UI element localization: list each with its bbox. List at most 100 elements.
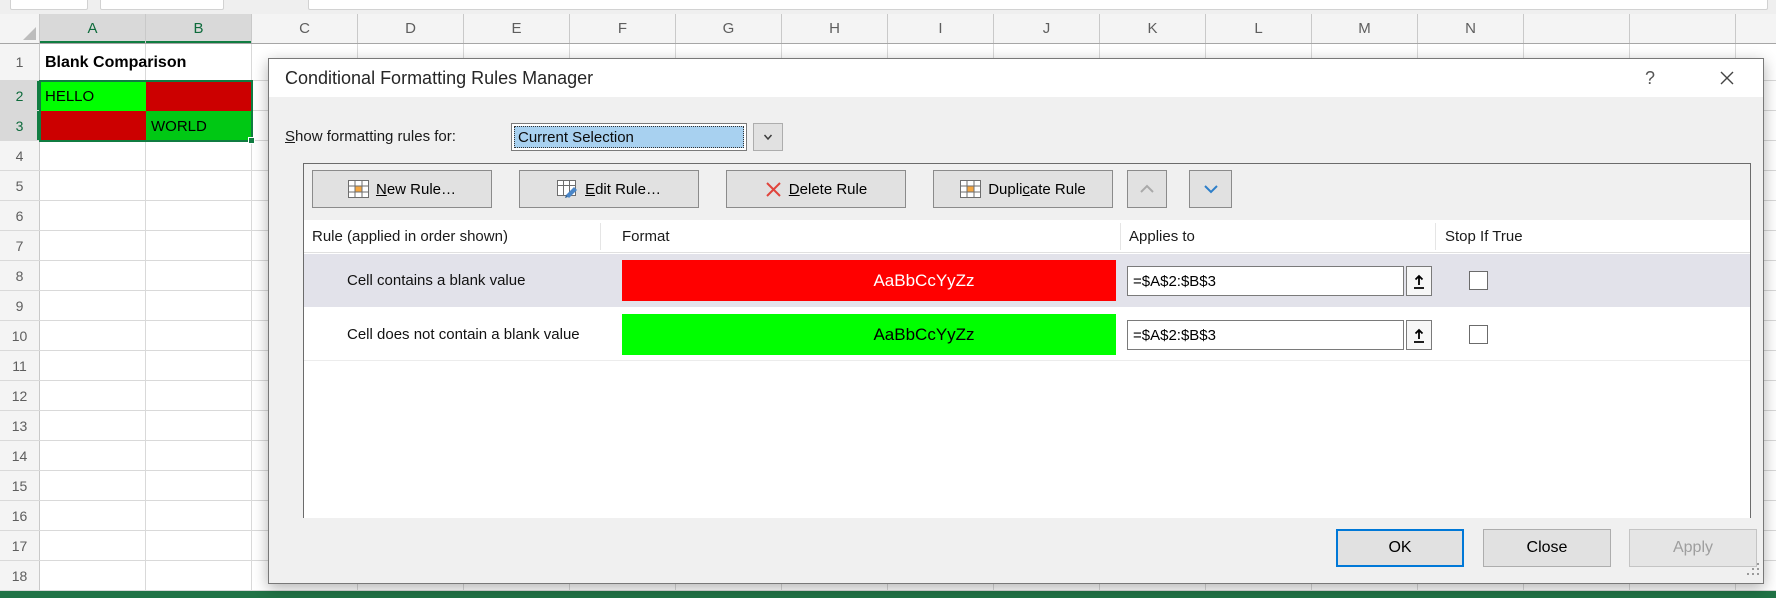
stop-if-true-checkbox[interactable]	[1469, 325, 1488, 344]
header-format: Format	[622, 220, 670, 253]
header-separator	[1120, 223, 1121, 250]
rules-list-header: Rule (applied in order shown) Format App…	[304, 220, 1750, 253]
row-header-14[interactable]: 14	[0, 441, 40, 470]
header-separator	[1435, 223, 1436, 250]
edit-rule-button[interactable]: Edit Rule…	[519, 170, 699, 208]
rule-format-preview: AaBbCcYyZz	[622, 260, 1116, 301]
row-header-9[interactable]: 9	[0, 291, 40, 320]
row-header-1[interactable]: 1	[0, 44, 40, 80]
show-rules-label: Show formatting rules for:	[285, 123, 456, 151]
stop-if-true-checkbox[interactable]	[1469, 271, 1488, 290]
close-icon	[1720, 71, 1734, 85]
fx-box[interactable]	[100, 0, 224, 10]
column-header-h[interactable]: H	[782, 14, 888, 43]
header-rule: Rule (applied in order shown)	[312, 220, 508, 253]
rule-row-not-blank[interactable]: Cell does not contain a blank value AaBb…	[304, 308, 1750, 361]
chevron-down-icon	[761, 130, 775, 144]
column-header-filler	[1524, 14, 1776, 43]
column-header-b[interactable]: B	[146, 14, 252, 43]
show-rules-dropdown-arrow[interactable]	[753, 123, 783, 151]
delete-rule-label: Delete Rule	[789, 181, 867, 198]
row-header-2[interactable]: 2	[0, 81, 40, 110]
column-header-d[interactable]: D	[358, 14, 464, 43]
chevron-up-icon	[1138, 183, 1156, 195]
column-header-l[interactable]: L	[1206, 14, 1312, 43]
row-header-4[interactable]: 4	[0, 141, 40, 170]
column-header-m[interactable]: M	[1312, 14, 1418, 43]
column-header-n[interactable]: N	[1418, 14, 1524, 43]
column-header-c[interactable]: C	[252, 14, 358, 43]
duplicate-rule-label: Duplicate Rule	[988, 181, 1086, 198]
dialog-close-button[interactable]	[1712, 64, 1742, 92]
duplicate-rule-table-icon	[960, 180, 981, 198]
collapse-range-icon	[1412, 327, 1426, 344]
row-header-12[interactable]: 12	[0, 381, 40, 410]
column-header-g[interactable]: G	[676, 14, 782, 43]
column-header-row: A B C D E F G H I J K L M N	[40, 14, 1776, 44]
column-header-f[interactable]: F	[570, 14, 676, 43]
row-header-13[interactable]: 13	[0, 411, 40, 440]
row-header-15[interactable]: 15	[0, 471, 40, 500]
column-header-a[interactable]: A	[40, 14, 146, 43]
collapse-range-icon	[1412, 273, 1426, 290]
formula-input[interactable]	[308, 0, 1768, 10]
cell-a1[interactable]: Blank Comparison	[45, 44, 305, 81]
row-header-18[interactable]: 18	[0, 561, 40, 590]
resize-grip[interactable]	[1747, 563, 1761, 577]
formula-bar-sliver	[0, 0, 1776, 14]
header-separator	[600, 223, 601, 250]
row-header-3[interactable]: 3	[0, 111, 40, 140]
fill-handle[interactable]	[248, 137, 255, 144]
delete-x-icon	[765, 181, 782, 198]
rules-list: Rule (applied in order shown) Format App…	[304, 220, 1750, 518]
rule-name: Cell contains a blank value	[347, 254, 525, 307]
select-all-corner[interactable]	[0, 14, 40, 44]
row-header-6[interactable]: 6	[0, 201, 40, 230]
chevron-down-icon	[1202, 183, 1220, 195]
column-header-j[interactable]: J	[994, 14, 1100, 43]
name-box[interactable]	[10, 0, 88, 10]
row-header-11[interactable]: 11	[0, 351, 40, 380]
applies-to-input[interactable]	[1127, 266, 1404, 296]
select-all-triangle-icon	[23, 27, 36, 40]
rules-frame: New Rule… Edit Rule… Delete Rule Duplica…	[303, 163, 1751, 518]
help-icon: ?	[1645, 68, 1655, 89]
move-rule-up-button[interactable]	[1127, 170, 1167, 208]
row-header-17[interactable]: 17	[0, 531, 40, 560]
show-rules-selected-value: Current Selection	[514, 126, 744, 148]
selection-border	[39, 80, 253, 142]
delete-rule-button[interactable]: Delete Rule	[726, 170, 906, 208]
row-header-16[interactable]: 16	[0, 501, 40, 530]
show-rules-dropdown[interactable]: Current Selection	[511, 123, 747, 151]
column-header-k[interactable]: K	[1100, 14, 1206, 43]
row-header-8[interactable]: 8	[0, 261, 40, 290]
collapse-dialog-button[interactable]	[1406, 320, 1432, 350]
duplicate-rule-button[interactable]: Duplicate Rule	[933, 170, 1113, 208]
edit-rule-pencil-icon	[557, 180, 578, 198]
move-rule-down-button[interactable]	[1189, 170, 1232, 208]
collapse-dialog-button[interactable]	[1406, 266, 1432, 296]
applies-to-input[interactable]	[1127, 320, 1404, 350]
new-rule-table-icon	[348, 180, 369, 198]
header-stop-if-true: Stop If True	[1445, 220, 1523, 253]
dialog-title: Conditional Formatting Rules Manager	[285, 59, 593, 97]
column-header-i[interactable]: I	[888, 14, 994, 43]
apply-button[interactable]: Apply	[1629, 529, 1757, 567]
rule-name: Cell does not contain a blank value	[347, 308, 580, 361]
row-header-5[interactable]: 5	[0, 171, 40, 200]
dialog-title-bar[interactable]: Conditional Formatting Rules Manager	[269, 59, 1763, 97]
rule-row-blank[interactable]: Cell contains a blank value AaBbCcYyZz	[304, 254, 1750, 307]
header-applies-to: Applies to	[1129, 220, 1195, 253]
bottom-accent-bar	[0, 591, 1776, 598]
ok-button[interactable]: OK	[1336, 529, 1464, 567]
new-rule-button[interactable]: New Rule…	[312, 170, 492, 208]
row-header-7[interactable]: 7	[0, 231, 40, 260]
excel-window: A B C D E F G H I J K L M N 1 2 3 4 5 6 …	[0, 0, 1776, 598]
conditional-formatting-rules-manager-dialog: Conditional Formatting Rules Manager ? S…	[268, 58, 1764, 584]
row-header-10[interactable]: 10	[0, 321, 40, 350]
help-button[interactable]: ?	[1635, 64, 1665, 92]
column-header-e[interactable]: E	[464, 14, 570, 43]
rule-format-preview: AaBbCcYyZz	[622, 314, 1116, 355]
edit-rule-label: Edit Rule…	[585, 181, 661, 198]
close-button[interactable]: Close	[1483, 529, 1611, 567]
